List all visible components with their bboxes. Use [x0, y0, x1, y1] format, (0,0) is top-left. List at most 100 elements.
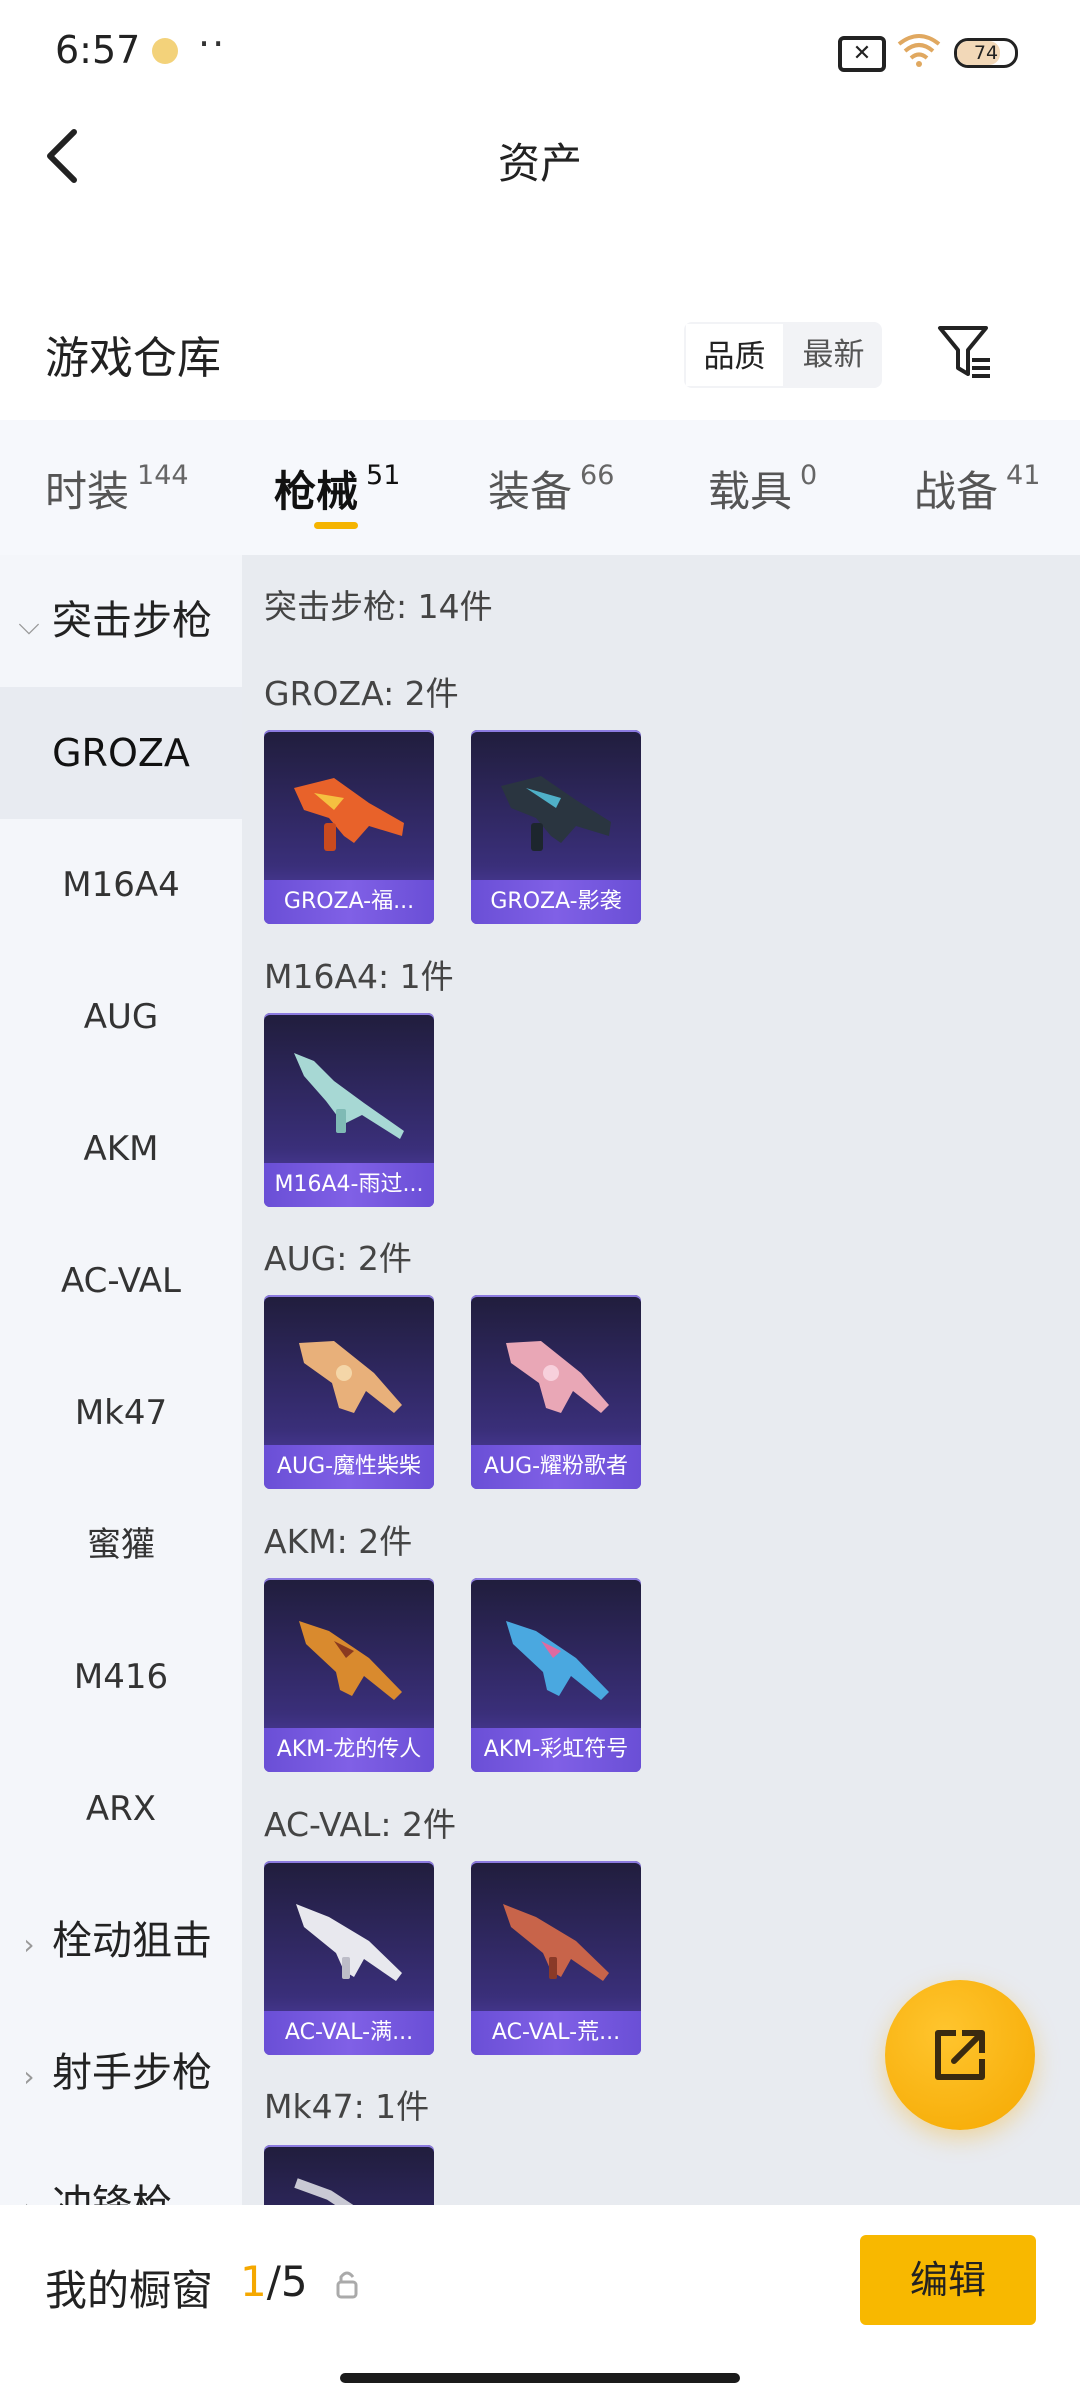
tab-label: 枪械	[274, 467, 359, 516]
bottom-bar: 我的橱窗 1/5 编辑	[0, 2205, 1080, 2400]
sidebar-category-label: 射手步枪	[52, 2050, 212, 2096]
weapon-card[interactable]: M16A4-雨过...	[264, 1013, 434, 1207]
weapon-card-label: AUG-魔性柴柴	[264, 1445, 434, 1489]
sidebar-category-marksman-rifle[interactable]: › 射手步枪	[0, 2007, 242, 2139]
chevron-right-icon: ›	[23, 1928, 35, 1961]
tab-count: 0	[800, 460, 818, 491]
sidebar-category-smg[interactable]: › 冲锋枪	[0, 2139, 242, 2205]
weapon-sidebar: ⌵ 突击步枪 GROZA M16A4 AUG AKM AC-VAL Mk47 蜜獾…	[0, 555, 242, 2205]
weapon-card-label: GROZA-福...	[264, 880, 434, 924]
sidebar-category-bolt-sniper[interactable]: › 栓动狙击	[0, 1875, 242, 2007]
sidebar-category-label: 突击步枪	[52, 598, 212, 644]
battery-level: 74	[973, 42, 999, 64]
tab-count: 51	[366, 460, 401, 491]
sidebar-item-groza[interactable]: GROZA	[0, 687, 242, 819]
weapon-card-label: AC-VAL-荒...	[471, 2011, 641, 2055]
sidebar-item-honey-badger[interactable]: 蜜獾	[0, 1479, 242, 1611]
tab-supplies[interactable]: 战备 41	[914, 458, 1040, 519]
no-sim-icon: ✕	[838, 36, 886, 72]
weapon-card-label: M16A4-雨过...	[264, 1163, 434, 1207]
showcase-count-total: /5	[266, 2257, 308, 2306]
weapon-list: 突击步枪: 14件 GROZA: 2件 GROZA-福... GROZA-影袭 …	[242, 555, 1080, 2205]
group-label: AUG: 2件	[264, 1239, 412, 1278]
lock-icon	[336, 2271, 358, 2299]
warehouse-title: 游戏仓库	[45, 333, 221, 384]
showcase-label: 我的橱窗	[45, 2266, 214, 2315]
category-summary: 突击步枪: 14件	[264, 587, 493, 626]
group-label: M16A4: 1件	[264, 957, 454, 996]
sidebar-category-assault-rifle[interactable]: ⌵ 突击步枪	[0, 555, 242, 687]
active-tab-indicator	[314, 522, 358, 529]
group-label: Mk47: 1件	[264, 2087, 430, 2126]
tab-firearms[interactable]: 枪械 51	[274, 458, 400, 519]
group-label: AKM: 2件	[264, 1522, 413, 1561]
sidebar-item-akm[interactable]: AKM	[0, 1083, 242, 1215]
ac-val-skin-image	[296, 1904, 402, 1981]
weapon-card-label: AKM-龙的传人	[264, 1728, 434, 1772]
weapon-card[interactable]: AKM-彩虹符号	[471, 1578, 641, 1772]
sidebar-item-aug[interactable]: AUG	[0, 951, 242, 1083]
sort-toggle: 品质 最新	[684, 322, 882, 388]
sort-by-quality[interactable]: 品质	[684, 322, 785, 388]
weapon-card[interactable]: GROZA-福...	[264, 730, 434, 924]
share-button[interactable]	[885, 1980, 1035, 2130]
weapon-card-label: GROZA-影袭	[471, 880, 641, 924]
tab-count: 41	[1006, 460, 1041, 491]
sort-by-newest[interactable]: 最新	[785, 322, 882, 388]
filter-icon[interactable]	[936, 324, 992, 382]
showcase-count: 1/5	[240, 2257, 308, 2306]
tab-fashion[interactable]: 时装 144	[45, 458, 189, 519]
weapon-card[interactable]: AC-VAL-荒...	[471, 1861, 641, 2055]
sidebar-item-ac-val[interactable]: AC-VAL	[0, 1215, 242, 1347]
wifi-icon	[897, 34, 941, 67]
sidebar-item-mk47[interactable]: Mk47	[0, 1347, 242, 1479]
weapon-card-label: AUG-耀粉歌者	[471, 1445, 641, 1489]
tab-count: 144	[137, 460, 189, 491]
tab-count: 66	[580, 460, 615, 491]
category-tabs: 时装 144 枪械 51 装备 66 载具 0 战备 41	[0, 420, 1080, 555]
home-indicator[interactable]	[340, 2373, 740, 2383]
group-label: AC-VAL: 2件	[264, 1805, 457, 1844]
tab-label: 载具	[708, 467, 793, 516]
weapon-card[interactable]: AC-VAL-满...	[264, 1861, 434, 2055]
aug-skin-image	[299, 1341, 402, 1413]
battery-icon: 74	[954, 38, 1018, 68]
notification-icon	[152, 38, 178, 64]
mk47-skin-image	[294, 2178, 354, 2205]
group-label: GROZA: 2件	[264, 674, 459, 713]
akm-skin-image	[299, 1621, 402, 1700]
akm-skin-image	[506, 1621, 609, 1700]
weapon-card[interactable]: AUG-魔性柴柴	[264, 1295, 434, 1489]
weapon-card-label: AC-VAL-满...	[264, 2011, 434, 2055]
tab-label: 装备	[488, 467, 573, 516]
weapon-card[interactable]	[264, 2145, 434, 2205]
sidebar-item-m416[interactable]: M416	[0, 1611, 242, 1743]
status-bar: 6:57 ·· ✕ 74	[0, 0, 1080, 100]
m16a4-skin-image	[294, 1053, 404, 1139]
tab-vehicles[interactable]: 载具 0	[708, 458, 817, 519]
tab-label: 战备	[914, 467, 999, 516]
groza-skin-image	[294, 778, 404, 851]
page-title: 资产	[497, 139, 582, 188]
sidebar-item-arx[interactable]: ARX	[0, 1743, 242, 1875]
ac-val-skin-image	[503, 1904, 609, 1981]
sidebar-category-label: 冲锋枪	[52, 2182, 172, 2205]
aug-skin-image	[506, 1341, 609, 1413]
chevron-right-icon: ›	[14, 2143, 44, 2205]
chevron-right-icon: ›	[23, 2060, 35, 2093]
edit-button[interactable]: 编辑	[860, 2235, 1036, 2325]
showcase-count-current: 1	[240, 2257, 267, 2306]
sidebar-category-label: 栓动狙击	[52, 1918, 212, 1964]
weapon-card[interactable]: GROZA-影袭	[471, 730, 641, 924]
tab-equipment[interactable]: 装备 66	[488, 458, 614, 519]
share-icon	[935, 2030, 985, 2080]
chevron-down-icon: ⌵	[18, 608, 40, 641]
sidebar-item-m16a4[interactable]: M16A4	[0, 819, 242, 951]
weapon-card[interactable]: AUG-耀粉歌者	[471, 1295, 641, 1489]
weapon-card-label: AKM-彩虹符号	[471, 1728, 641, 1772]
app-header: 资产	[0, 100, 1080, 210]
status-time: 6:57	[55, 28, 141, 72]
tab-label: 时装	[45, 467, 130, 516]
more-notifications-icon: ··	[198, 22, 227, 66]
weapon-card[interactable]: AKM-龙的传人	[264, 1578, 434, 1772]
